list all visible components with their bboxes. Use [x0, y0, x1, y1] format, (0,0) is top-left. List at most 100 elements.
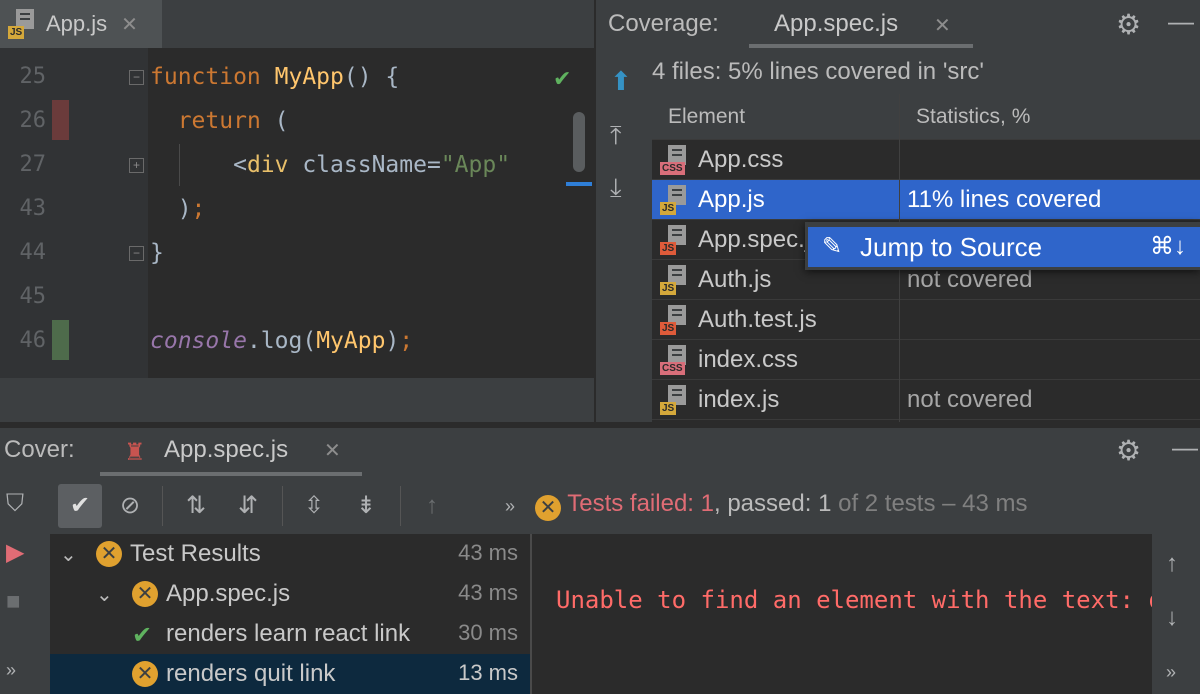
- table-row[interactable]: JS App.js 11% lines covered: [652, 180, 1200, 220]
- active-tab-underline: [100, 472, 362, 476]
- column-header-element[interactable]: Element: [668, 105, 745, 129]
- line-number: 25: [19, 64, 47, 89]
- element-name: Auth.test.js: [698, 306, 817, 333]
- navigate-up-icon[interactable]: ⬆: [610, 66, 632, 97]
- code-token: div: [246, 152, 289, 178]
- show-passed-toggle[interactable]: ✔: [58, 484, 102, 528]
- gear-icon[interactable]: ⚙: [1116, 8, 1141, 41]
- cover-tab-label: App.spec.js: [164, 436, 289, 463]
- failed-icon: ✕: [96, 541, 122, 567]
- js-file-icon: JS: [660, 265, 690, 295]
- stop-icon[interactable]: ■: [6, 588, 21, 616]
- minimize-icon[interactable]: —: [1172, 432, 1198, 463]
- more-icon[interactable]: »: [6, 660, 16, 681]
- table-row[interactable]: CSS App.css: [652, 140, 1200, 180]
- collapse-all-icon[interactable]: ⤓: [610, 172, 622, 204]
- test-tree[interactable]: ⌄ ✕ Test Results 43 ms ⌄ ✕ App.spec.js 43 ms ✔ re…: [50, 534, 530, 694]
- element-name: Auth.js: [698, 266, 772, 293]
- code-line[interactable]: 26 return (: [0, 100, 595, 144]
- more-icon[interactable]: »: [1166, 662, 1176, 683]
- failed-icon: ✕: [132, 661, 158, 687]
- element-name: App.js: [698, 186, 765, 213]
- coverage-toolbar: ⬆ ⤒ ⤓: [596, 50, 652, 422]
- test-duration: 43 ms: [454, 540, 518, 566]
- menu-item-label: Jump to Source: [860, 232, 1043, 262]
- code-line[interactable]: 45: [0, 276, 595, 320]
- code-token: console: [150, 328, 247, 354]
- code-line[interactable]: 46 console.log(MyApp);: [0, 320, 595, 364]
- test-tree-row[interactable]: ⌄ ✕ Test Results 43 ms: [50, 534, 530, 574]
- sort-alphabetically-icon[interactable]: ⇅: [174, 484, 218, 528]
- test-tree-row[interactable]: ✔ renders learn react link 30 ms: [50, 614, 530, 654]
- passed-icon: ✔: [132, 622, 153, 649]
- close-icon[interactable]: ✕: [934, 13, 951, 38]
- check-icon: ✔: [553, 66, 572, 91]
- code-token: log(: [260, 328, 317, 354]
- close-icon[interactable]: ✕: [121, 12, 138, 37]
- code-editor[interactable]: JS App.js ✕ 25 function MyApp() {26 retur…: [0, 0, 595, 422]
- context-menu: ✎ Jump to Source ⌘↓: [805, 222, 1200, 270]
- code-line[interactable]: 27 <div className="App": [0, 144, 595, 188]
- test-tree-row[interactable]: ⌄ ✕ App.spec.js 43 ms: [50, 574, 530, 614]
- toolbar-separator: [400, 486, 401, 526]
- table-row[interactable]: JS index.js not covered: [652, 380, 1200, 420]
- rerun-failed-icon[interactable]: ▶: [6, 538, 24, 567]
- jump-to-source-item[interactable]: ✎ Jump to Source ⌘↓: [808, 227, 1200, 267]
- code-token: ;: [191, 196, 206, 222]
- coverage-title: Coverage:: [608, 10, 719, 37]
- status-failed-label: Tests failed:: [567, 490, 701, 517]
- editor-tab-app-js[interactable]: JS App.js ✕: [0, 0, 162, 48]
- collapse-all-icon[interactable]: ⇟: [344, 484, 388, 528]
- code-token: () {: [343, 64, 400, 90]
- editor-scrollbar[interactable]: [573, 112, 585, 172]
- table-row[interactable]: JS Auth.test.js: [652, 300, 1200, 340]
- expand-all-icon[interactable]: ⤒: [610, 120, 622, 152]
- show-ignored-icon[interactable]: ⊘: [108, 484, 152, 528]
- chevron-down-icon[interactable]: ⌄: [60, 542, 77, 567]
- scroll-down-icon[interactable]: ↓: [1166, 604, 1178, 632]
- code-line[interactable]: 25 function MyApp() {: [0, 56, 595, 100]
- fold-marker-icon[interactable]: −: [129, 70, 144, 85]
- deleted-lines-marker[interactable]: [52, 100, 69, 140]
- coverage-tab-label[interactable]: App.spec.js: [774, 10, 898, 38]
- added-lines-marker[interactable]: [52, 320, 69, 360]
- test-tree-row[interactable]: ✕ renders quit link 13 ms: [50, 654, 530, 694]
- coverage-statistic: not covered: [907, 266, 1033, 293]
- line-number: 43: [19, 196, 47, 221]
- more-actions-icon[interactable]: »: [488, 484, 532, 528]
- code-token: .: [246, 328, 261, 354]
- code-token: return: [177, 108, 261, 134]
- line-number: 27: [19, 152, 47, 177]
- chevron-down-icon[interactable]: ⌄: [96, 582, 113, 607]
- previous-failed-icon[interactable]: ↑: [410, 484, 454, 528]
- coverage-header: Coverage: App.spec.js ✕ ⚙ —: [596, 0, 1200, 50]
- menu-item-shortcut: ⌘↓: [1150, 233, 1186, 260]
- test-file-icon: JS: [660, 225, 690, 255]
- js-file-icon: JS: [660, 385, 690, 415]
- sort-by-duration-icon[interactable]: ⇵: [226, 484, 270, 528]
- column-header-statistics[interactable]: Statistics, %: [916, 105, 1030, 129]
- console-output[interactable]: Unable to find an element with the text:…: [530, 534, 1152, 694]
- code-text: );: [150, 196, 206, 222]
- fold-expand-icon[interactable]: +: [129, 158, 144, 173]
- test-name: App.spec.js: [166, 580, 291, 607]
- test-duration: 13 ms: [454, 660, 518, 686]
- gear-icon[interactable]: ⚙: [1116, 434, 1141, 467]
- coverage-statistic: not covered: [907, 386, 1033, 413]
- table-row[interactable]: CSS index.css: [652, 340, 1200, 380]
- cover-tab[interactable]: ♜ App.spec.js ✕: [100, 428, 362, 476]
- code-line[interactable]: 43 );: [0, 188, 595, 232]
- minimize-icon[interactable]: —: [1168, 6, 1194, 37]
- active-tab-underline: [749, 44, 973, 48]
- code-text: console.log(MyApp);: [150, 328, 413, 354]
- expand-all-icon[interactable]: ⇳: [292, 484, 336, 528]
- code-line[interactable]: 44}: [0, 232, 595, 276]
- code-text: return (: [150, 108, 289, 134]
- close-icon[interactable]: ✕: [324, 438, 341, 463]
- element-name: index.js: [698, 386, 780, 413]
- code-token: ): [385, 328, 400, 354]
- coverage-run-icon[interactable]: ⛉: [6, 490, 24, 518]
- scroll-up-icon[interactable]: ↑: [1166, 550, 1178, 578]
- fold-end-icon[interactable]: −: [129, 246, 144, 261]
